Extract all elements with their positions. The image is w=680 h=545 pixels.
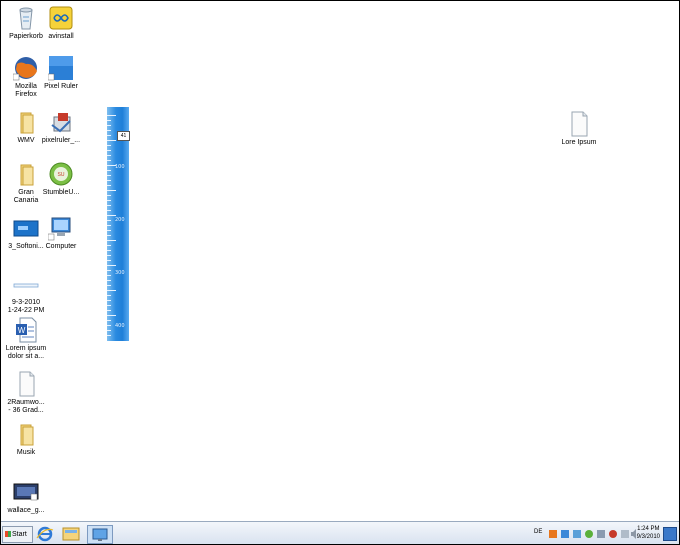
ruler-tick	[107, 300, 111, 301]
ruler-tick	[107, 315, 116, 316]
desktop-icon-wallace[interactable]: wallace_g...	[1, 479, 51, 515]
show-desktop-button[interactable]	[663, 527, 677, 541]
ruler-label: 100	[115, 164, 125, 170]
desktop-icon-musik[interactable]: Musik	[1, 421, 51, 457]
installer-icon	[48, 109, 74, 135]
desktop-icon-stumbleupon[interactable]: SU StumbleU...	[36, 161, 86, 197]
document-icon	[566, 111, 592, 137]
ruler-tick	[107, 235, 111, 236]
ruler-tick	[107, 280, 111, 281]
ruler-tick	[107, 170, 111, 171]
ruler-tick	[107, 185, 111, 186]
desktop-icon-pixelruler-installer[interactable]: pixelruler_...	[36, 109, 86, 145]
ruler-tick	[107, 145, 111, 146]
desktop-icon-avinstall[interactable]: avinstall	[36, 5, 86, 41]
image-icon	[13, 479, 39, 505]
desktop-icon-lorem-ipsum-doc[interactable]: W Lorem ipsum dolor sit a...	[1, 317, 51, 361]
svg-text:SU: SU	[58, 172, 65, 178]
desktop: Papierkorb Mozilla Firefox WMV Gran Cana…	[0, 0, 680, 545]
stumbleupon-icon: SU	[48, 161, 74, 187]
ruler-tick	[107, 155, 111, 156]
ruler-tick	[107, 320, 111, 321]
ruler-tick	[107, 270, 111, 271]
desktop-icon-lore-ipsum[interactable]: Lore Ipsum	[554, 111, 604, 147]
start-button[interactable]: Start	[2, 526, 33, 543]
folder-icon	[13, 421, 39, 447]
ruler-tick	[107, 335, 111, 336]
clock-time: 1:24 PM	[637, 526, 660, 532]
windows-flag-icon	[5, 531, 11, 538]
ruler-tick	[107, 150, 111, 151]
folder-icon	[62, 527, 80, 541]
ruler-tick	[107, 215, 116, 216]
ruler-tick	[107, 305, 111, 306]
ruler-tick	[107, 285, 111, 286]
taskbar: Start DE 1:24 PM 9/3/2010	[1, 521, 679, 544]
ruler-tick	[107, 275, 111, 276]
tray-icons	[549, 529, 636, 539]
ruler-tick	[107, 290, 116, 291]
language-indicator[interactable]: DE	[534, 529, 542, 544]
clock-date: 9/3/2010	[636, 534, 660, 540]
quick-launch-explorer[interactable]	[61, 525, 81, 542]
ruler-tick	[107, 165, 116, 166]
ruler-tick	[107, 265, 116, 266]
ruler-label: 200	[115, 217, 125, 223]
ruler-tick	[107, 245, 111, 246]
ruler-tick	[107, 130, 111, 131]
clock[interactable]: 1:24 PM 9/3/2010	[637, 525, 660, 541]
ruler-tick	[107, 225, 111, 226]
word-document-icon: W	[13, 317, 39, 343]
ruler-tick	[107, 240, 116, 241]
ruler-tick	[107, 220, 111, 221]
ruler-tick	[107, 160, 111, 161]
avinstall-icon	[48, 5, 74, 31]
desktop-icon-pixel-ruler[interactable]: Pixel Ruler	[36, 55, 86, 91]
ruler-tick	[107, 135, 111, 136]
desktop-icon-screenshot[interactable]: 9-3-2010 1-24-22 PM	[1, 271, 51, 315]
ruler-position-marker[interactable]: 41	[117, 131, 130, 141]
ruler-label: 300	[115, 270, 125, 276]
pixel-ruler-icon	[47, 55, 74, 81]
screenshot-icon	[13, 271, 39, 297]
ruler-tick	[107, 195, 111, 196]
start-label: Start	[12, 531, 27, 538]
ruler-tick	[107, 140, 116, 141]
ruler-tick	[107, 250, 111, 251]
ruler-tick	[107, 180, 111, 181]
computer-icon	[47, 215, 74, 241]
svg-text:W: W	[18, 326, 26, 335]
ruler-tick	[107, 230, 111, 231]
desktop-icon-computer[interactable]: Computer	[36, 215, 86, 251]
internet-explorer-icon	[36, 526, 54, 542]
ruler-tick	[107, 200, 111, 201]
system-tray	[549, 528, 637, 544]
ruler-label: 400	[115, 323, 125, 329]
quick-launch-internet-explorer[interactable]	[35, 525, 55, 542]
ruler-tick	[107, 325, 111, 326]
pixel-ruler-window[interactable]: 41 100 200 300 400	[107, 107, 130, 341]
ruler-tick	[107, 115, 116, 116]
ruler-tick	[107, 120, 111, 121]
ruler-tick	[107, 260, 111, 261]
ruler-tick	[107, 190, 116, 191]
quick-launch-show-desktop[interactable]	[87, 525, 113, 544]
desktop-icon	[92, 528, 108, 541]
ruler-tick	[107, 330, 111, 331]
ruler-tick	[107, 255, 111, 256]
ruler-tick	[107, 210, 111, 211]
document-icon	[13, 371, 39, 397]
ruler-tick	[107, 205, 111, 206]
ruler-tick	[107, 175, 111, 176]
ruler-tick	[107, 295, 111, 296]
ruler-tick	[107, 125, 111, 126]
ruler-tick	[107, 310, 111, 311]
desktop-icon-raumwohnung[interactable]: 2Raumwo... - 36 Grad...	[1, 371, 51, 415]
